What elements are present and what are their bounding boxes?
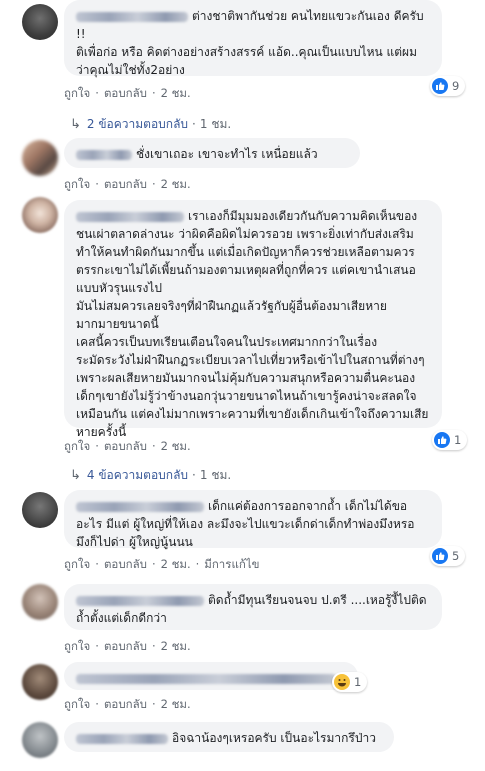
separator: · [95, 697, 99, 711]
avatar[interactable] [22, 4, 58, 40]
commenter-name[interactable] [76, 733, 168, 744]
separator: · [195, 557, 200, 571]
reply-link[interactable]: ตอบกลับ [104, 86, 147, 100]
like-icon [432, 78, 448, 94]
view-replies[interactable]: ↳ 2 ข้อความตอบกลับ · 1 ชม. [70, 115, 231, 134]
replies-time: 1 ชม. [199, 117, 232, 131]
comment-bubble: เราเองก็มีมุมมองเดียวกันกับความคิดเห็นขอ… [64, 200, 442, 439]
separator: · [151, 439, 156, 453]
timestamp[interactable]: 2 ชม. [161, 86, 191, 100]
like-icon [432, 548, 448, 564]
like-link[interactable]: ถูกใจ [64, 86, 90, 100]
comment-actions: ถูกใจ · ตอบกลับ · 2 ชม. [64, 176, 191, 194]
like-icon [434, 432, 450, 448]
comment-thread: ต่างชาติพากันช่วย คนไทยแขวะกันเอง ดีครับ… [0, 0, 485, 771]
comment-text: อิจฉาน้องๆเหรอครับ เป็นอะไรมากรึป่าว [172, 731, 376, 745]
reply-arrow-icon: ↳ [70, 117, 81, 132]
reply-link[interactable]: ตอบกลับ [104, 439, 147, 453]
commenter-name[interactable] [76, 595, 204, 606]
like-link[interactable]: ถูกใจ [64, 177, 90, 191]
separator: · [151, 177, 156, 191]
comment-actions: ถูกใจ · ตอบกลับ · 2 ชม. [64, 438, 191, 456]
comment-text: เราเองก็มีมุมมองเดียวกันกับความคิดเห็นขอ… [76, 209, 429, 439]
avatar[interactable] [22, 197, 58, 233]
reply-link[interactable]: ตอบกลับ [104, 639, 147, 653]
comment-bubble: อิจฉาน้องๆเหรอครับ เป็นอะไรมากรึป่าว [64, 722, 394, 752]
reaction-count: 1 [454, 433, 462, 447]
like-link[interactable]: ถูกใจ [64, 697, 90, 711]
commenter-name[interactable] [76, 673, 336, 684]
timestamp[interactable]: 2 ชม. [161, 439, 191, 453]
view-replies[interactable]: ↳ 4 ข้อความตอบกลับ · 1 ชม. [70, 466, 231, 485]
reaction-badge[interactable]: 5 [430, 546, 466, 566]
comment-bubble [64, 662, 358, 690]
commenter-name[interactable] [76, 11, 188, 22]
timestamp[interactable]: 2 ชม. [161, 697, 191, 711]
avatar[interactable] [22, 584, 58, 620]
replies-time: 1 ชม. [199, 468, 232, 482]
like-link[interactable]: ถูกใจ [64, 639, 90, 653]
reply-link[interactable]: ตอบกลับ [104, 557, 147, 571]
reaction-badge[interactable]: 1 [332, 672, 368, 692]
comment-bubble: เด็กแค่ต้องการออกจากถ้ำ เด็กไม่ได้ขออะไร… [64, 490, 442, 549]
comment-actions: ถูกใจ · ตอบกลับ · 2 ชม. [64, 696, 191, 714]
reply-link[interactable]: ตอบกลับ [104, 697, 147, 711]
reaction-badge[interactable]: 9 [430, 76, 466, 96]
separator: · [151, 86, 156, 100]
comment-bubble: ติดถ้ำมีทุนเรียนจนจบ ป.ตรี ....เหอรู้งี้… [64, 584, 442, 630]
reaction-count: 9 [452, 79, 460, 93]
comment-bubble: ชั่งเขาเถอะ เขาจะทำไร เหนื่อยแล้ว [64, 138, 360, 168]
timestamp[interactable]: 2 ชม. [161, 639, 191, 653]
separator: · [95, 439, 99, 453]
separator: · [151, 557, 156, 571]
avatar[interactable] [22, 722, 58, 758]
reply-link[interactable]: ตอบกลับ [104, 177, 147, 191]
edited-label[interactable]: มีการแก้ไข [204, 557, 259, 571]
comment-actions: ถูกใจ · ตอบกลับ · 2 ชม. · มีการแก้ไข [64, 556, 259, 574]
timestamp[interactable]: 2 ชม. [161, 557, 191, 571]
comment-actions: ถูกใจ · ตอบกลับ · 2 ชม. [64, 638, 191, 656]
comment-bubble: ต่างชาติพากันช่วย คนไทยแขวะกันเอง ดีครับ… [64, 0, 442, 77]
haha-icon [334, 674, 350, 690]
like-link[interactable]: ถูกใจ [64, 557, 90, 571]
separator: · [95, 177, 99, 191]
reaction-badge[interactable]: 1 [432, 430, 468, 450]
comment-text: ชั่งเขาเถอะ เขาจะทำไร เหนื่อยแล้ว [136, 147, 318, 161]
avatar[interactable] [22, 492, 58, 528]
separator: · [95, 639, 99, 653]
commenter-name[interactable] [76, 149, 132, 160]
reaction-count: 5 [452, 549, 460, 563]
reaction-count: 1 [354, 675, 362, 689]
comment-actions: ถูกใจ · ตอบกลับ · 2 ชม. [64, 85, 191, 103]
separator: · [95, 557, 99, 571]
like-link[interactable]: ถูกใจ [64, 439, 90, 453]
separator: · [192, 117, 196, 131]
commenter-name[interactable] [76, 211, 184, 222]
avatar[interactable] [22, 140, 58, 176]
separator: · [192, 468, 196, 482]
timestamp[interactable]: 2 ชม. [161, 177, 191, 191]
separator: · [151, 697, 156, 711]
avatar[interactable] [22, 664, 58, 700]
replies-label: 4 ข้อความตอบกลับ [86, 468, 189, 482]
separator: · [95, 86, 99, 100]
commenter-name[interactable] [76, 501, 204, 512]
replies-label: 2 ข้อความตอบกลับ [86, 117, 189, 131]
separator: · [151, 639, 156, 653]
reply-arrow-icon: ↳ [70, 468, 81, 483]
